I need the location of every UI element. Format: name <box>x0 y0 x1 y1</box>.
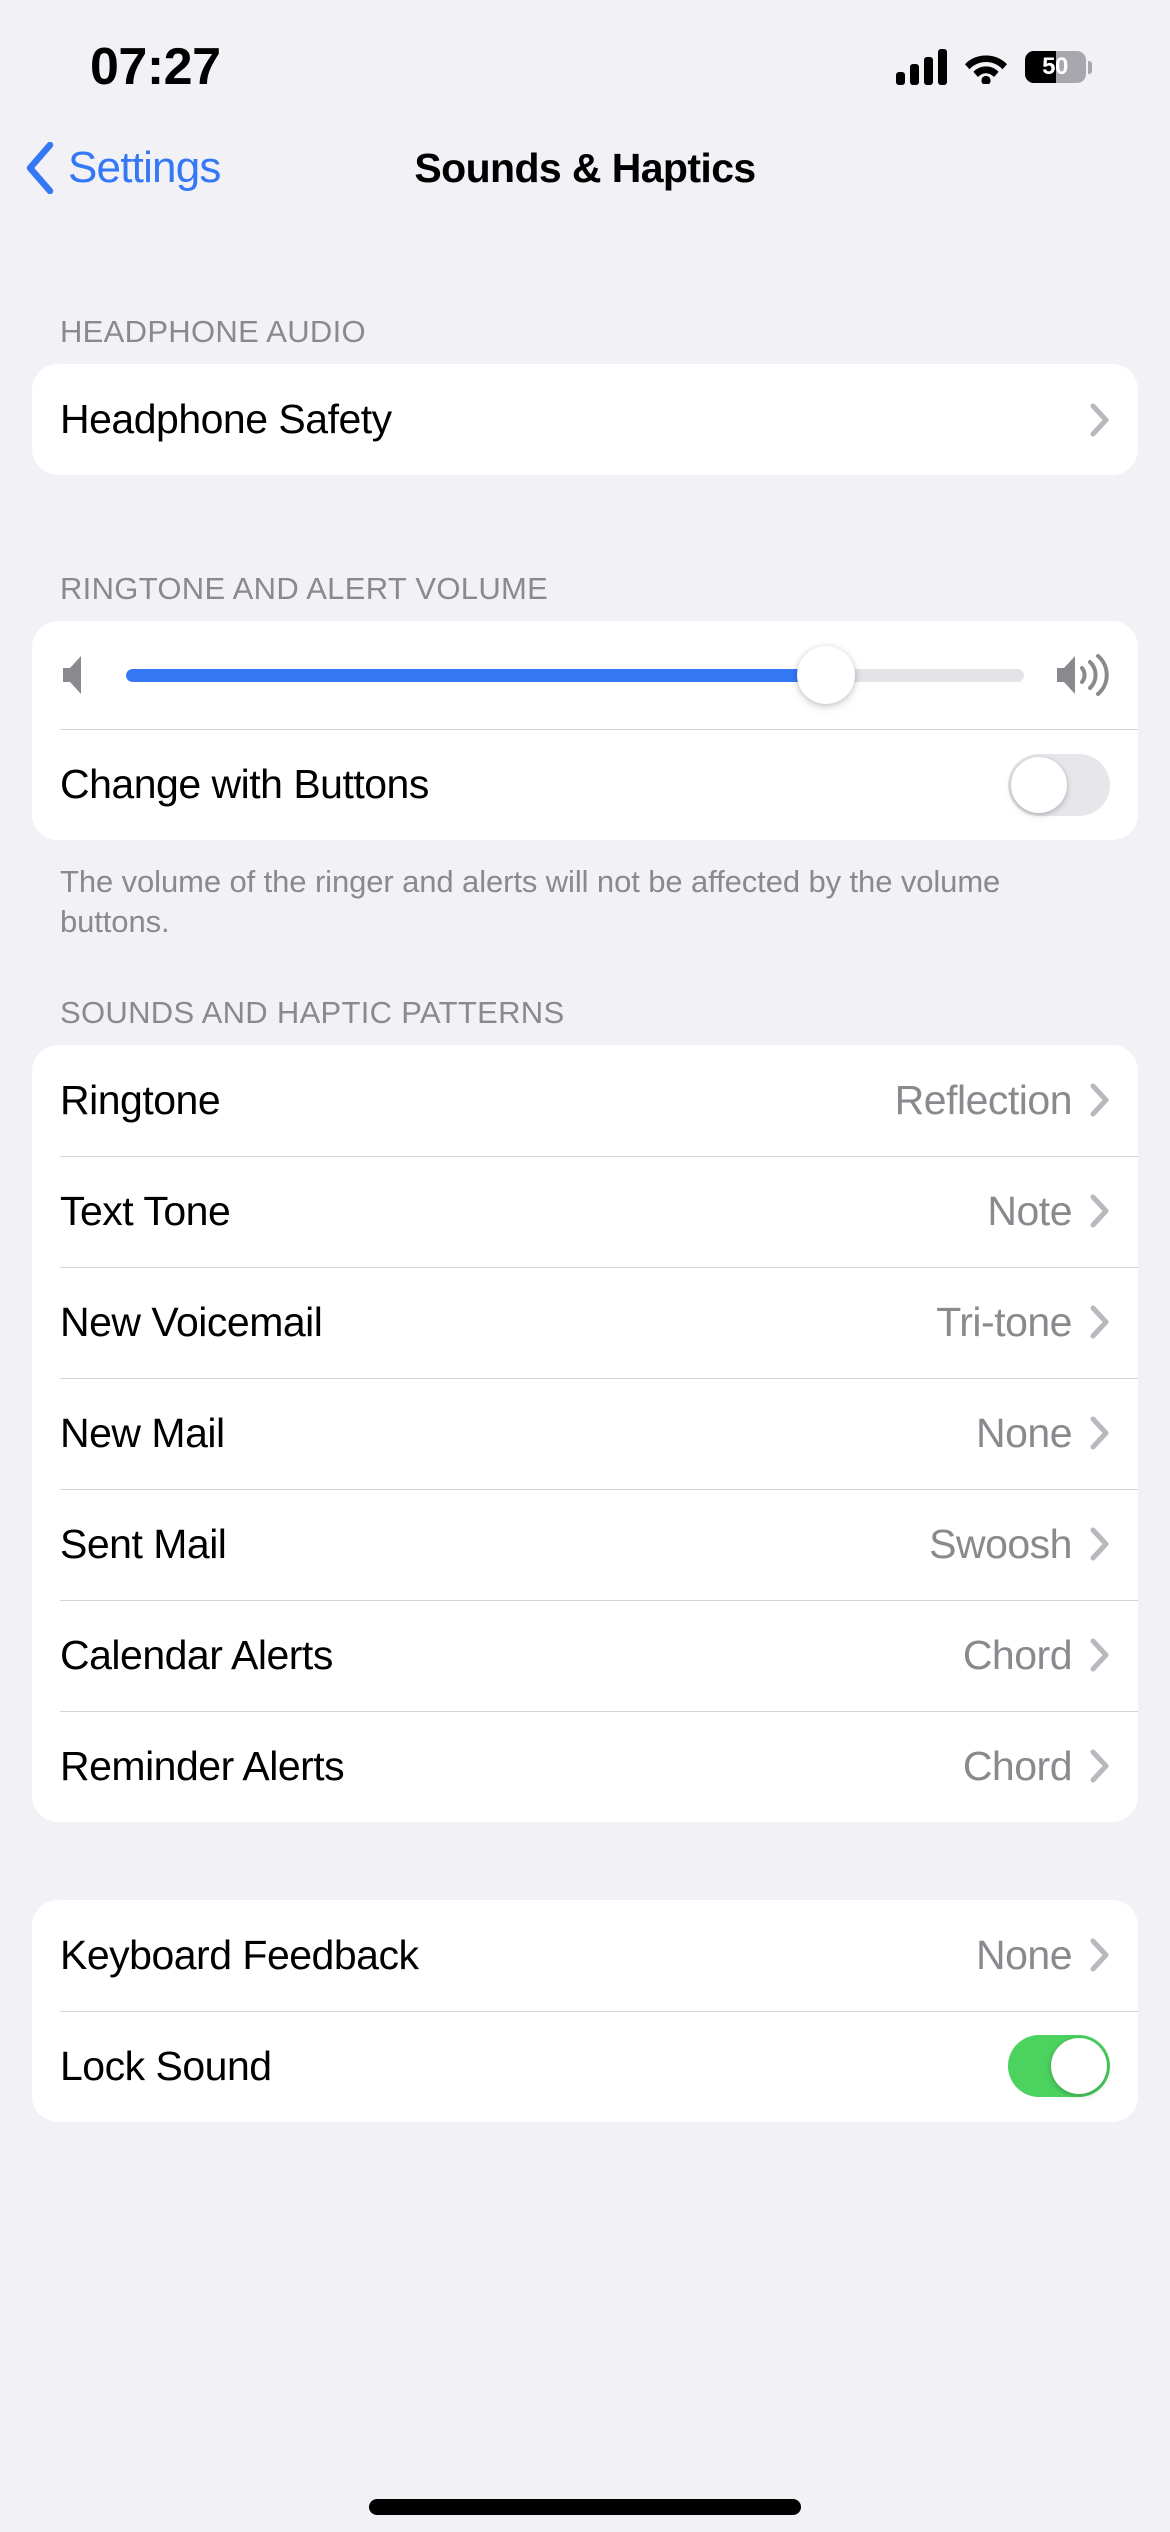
row-value: None <box>975 1931 1073 1978</box>
row-label: Ringtone <box>60 1076 221 1123</box>
back-button-label: Settings <box>68 143 221 192</box>
table-row[interactable]: Text Tone Note <box>32 1155 1138 1267</box>
ringer-volume-slider[interactable] <box>126 645 1024 705</box>
chevron-right-icon <box>1090 1305 1109 1339</box>
battery-cap <box>1088 60 1092 74</box>
row-label: Calendar Alerts <box>60 1631 333 1678</box>
table-row[interactable]: Ringtone Reflection <box>32 1045 1138 1156</box>
row-label: Sent Mail <box>60 1520 227 1567</box>
row-label: Lock Sound <box>60 2042 272 2089</box>
row-accessory: Note <box>987 1188 1110 1235</box>
row-headphone-safety[interactable]: Headphone Safety <box>32 364 1138 475</box>
row-accessory: Tri-tone <box>936 1299 1110 1346</box>
sounds-haptic-patterns-card: Ringtone Reflection Text Tone Note New Voice… <box>32 1044 1138 1822</box>
row-value: Reflection <box>894 1076 1073 1123</box>
row-value: None <box>975 1409 1073 1456</box>
chevron-right-icon <box>1090 1416 1109 1450</box>
chevron-right-icon <box>1090 1083 1109 1117</box>
section-header-sounds-haptic-patterns: SOUNDS AND HAPTIC PATTERNS <box>60 994 565 1030</box>
wifi-icon <box>965 55 1007 84</box>
status-bar-clock: 07:27 <box>90 38 221 96</box>
table-row[interactable]: Sent Mail Swoosh <box>32 1488 1138 1600</box>
back-button[interactable]: Settings <box>24 142 221 194</box>
row-lock-sound[interactable]: Lock Sound <box>32 2010 1138 2122</box>
table-row[interactable]: New Mail None <box>32 1377 1138 1489</box>
settings-content: HEADPHONE AUDIO Headphone Safety RINGTON… <box>0 314 1170 2122</box>
chevron-left-icon <box>26 142 54 194</box>
row-value: Swoosh <box>929 1520 1072 1567</box>
toggle-knob <box>1051 2038 1107 2095</box>
row-label: New Voicemail <box>60 1298 323 1345</box>
table-row[interactable]: New Voicemail Tri-tone <box>32 1266 1138 1378</box>
lock-sound-toggle[interactable] <box>1008 2035 1110 2098</box>
chevron-right-icon <box>1090 1638 1109 1672</box>
change-with-buttons-toggle[interactable] <box>1008 753 1110 816</box>
chevron-right-icon <box>1090 1194 1109 1228</box>
slider-track <box>126 668 1024 682</box>
speaker-high-icon <box>1057 654 1109 696</box>
chevron-right-icon <box>1090 1749 1109 1783</box>
slider-thumb[interactable] <box>797 646 856 704</box>
row-value: Chord <box>962 1631 1073 1678</box>
home-indicator <box>369 2499 801 2515</box>
speaker-low-icon <box>63 656 81 694</box>
slider-fill <box>126 668 827 682</box>
row-label: New Mail <box>60 1409 225 1456</box>
feedback-card: Keyboard Feedback None Lock Sound <box>32 1899 1138 2122</box>
section-header-ringtone-volume: RINGTONE AND ALERT VOLUME <box>60 571 549 606</box>
row-change-with-buttons[interactable]: Change with Buttons <box>32 729 1138 840</box>
row-accessory <box>1090 403 1110 437</box>
battery-percent-label: 50 <box>1042 53 1068 80</box>
battery-icon: 50 <box>1025 50 1092 84</box>
cellular-bars-icon <box>896 49 947 85</box>
row-label: Headphone Safety <box>60 396 392 442</box>
row-value: Tri-tone <box>936 1298 1072 1345</box>
chevron-right-icon <box>1090 1938 1109 1972</box>
row-value: Note <box>987 1187 1072 1234</box>
status-bar: 07:27 50 <box>0 0 1170 120</box>
row-label: Reminder Alerts <box>60 1742 345 1789</box>
headphone-audio-card: Headphone Safety <box>32 364 1138 475</box>
row-value: Chord <box>962 1742 1073 1789</box>
chevron-right-icon <box>1090 403 1109 436</box>
row-accessory: Swoosh <box>929 1521 1110 1568</box>
row-accessory: None <box>976 1932 1110 1979</box>
ringtone-volume-footer-note: The volume of the ringer and alerts will… <box>60 864 1001 940</box>
row-label: Text Tone <box>60 1187 231 1234</box>
table-row[interactable]: Reminder Alerts Chord <box>32 1710 1138 1822</box>
chevron-right-icon <box>1090 1527 1109 1561</box>
status-bar-indicators: 50 <box>896 49 1092 85</box>
section-header-headphone-audio: HEADPHONE AUDIO <box>60 314 366 349</box>
table-row[interactable]: Calendar Alerts Chord <box>32 1599 1138 1711</box>
toggle-knob <box>1011 756 1067 813</box>
row-accessory: Reflection <box>895 1077 1110 1124</box>
row-ringer-volume-slider <box>32 621 1138 729</box>
row-label: Change with Buttons <box>60 761 429 807</box>
row-label: Keyboard Feedback <box>60 1931 419 1978</box>
ringtone-volume-card: Change with Buttons <box>32 621 1138 840</box>
navigation-bar: Settings Sounds & Haptics <box>0 120 1170 216</box>
row-accessory: Chord <box>963 1743 1110 1790</box>
row-accessory: None <box>976 1410 1110 1457</box>
battery-shell: 50 <box>1025 51 1087 83</box>
row-accessory: Chord <box>963 1632 1110 1679</box>
row-keyboard-feedback[interactable]: Keyboard Feedback None <box>32 1900 1138 2011</box>
